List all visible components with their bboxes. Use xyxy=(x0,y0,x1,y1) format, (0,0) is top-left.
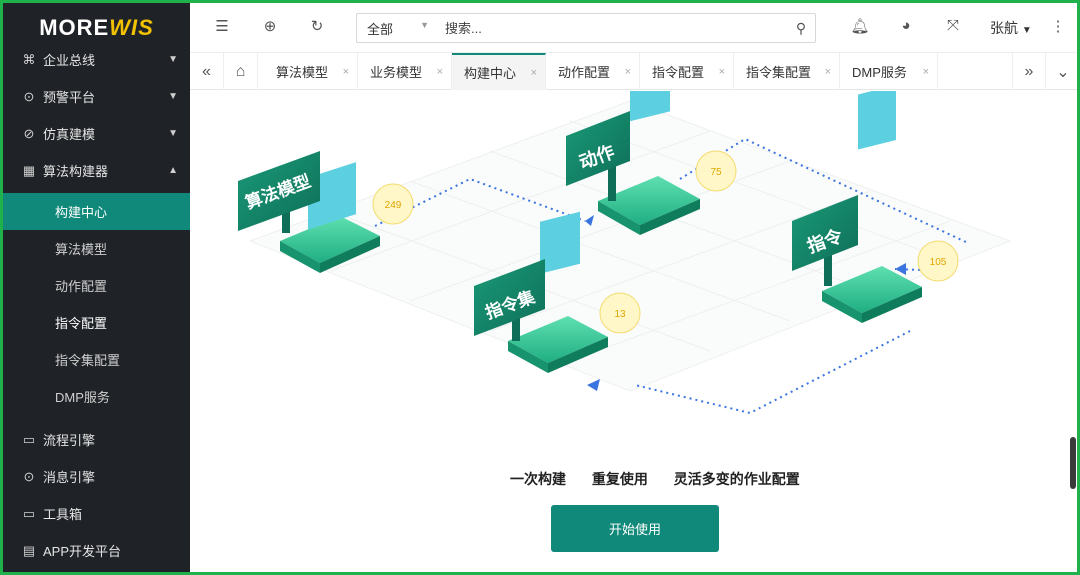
caret-down-icon: ▼ xyxy=(1021,25,1032,36)
close-icon[interactable]: × xyxy=(437,66,443,78)
app-icon: ▤ xyxy=(22,542,36,558)
close-icon[interactable]: × xyxy=(531,67,537,79)
tab-label: 指令集配置 xyxy=(746,65,812,80)
chevron-down-icon: ▼ xyxy=(420,19,429,30)
more-vertical-icon[interactable]: ⋮ xyxy=(1048,17,1068,35)
start-button[interactable]: 开始使用 xyxy=(551,505,719,552)
command-icon: ⌘ xyxy=(22,51,36,67)
app-window: MORE WIS ⌘ 企业总线 ▼ ⊙ 预警平台 ▼ ⊘ 仿真建模 ▼ ▦ 算法构… xyxy=(0,0,1080,575)
tab-command-set-config[interactable]: 指令集配置 × xyxy=(734,53,840,90)
sidebar-item-label: 消息引擎 xyxy=(43,470,96,485)
monitor-icon: ▭ xyxy=(22,431,36,447)
search-scope-select[interactable]: 全部 ▼ xyxy=(357,19,437,38)
sidebar-item-label: 工具箱 xyxy=(43,507,83,522)
search-box: 全部 ▼ ⚲ xyxy=(356,13,816,43)
sidebar-sub-dmp-service[interactable]: DMP服务 xyxy=(3,378,190,415)
sidebar-sub-command-set-config[interactable]: 指令集配置 xyxy=(3,341,190,378)
node-count: 13 xyxy=(614,309,626,320)
palette-icon[interactable]: ◕ xyxy=(896,17,916,34)
search-input[interactable] xyxy=(437,20,787,36)
arrow-icon xyxy=(587,379,600,391)
tab-label: DMP服务 xyxy=(852,65,907,80)
sidebar-item-flow-engine[interactable]: ▭ 流程引擎 xyxy=(3,421,190,458)
menu-toggle-icon[interactable]: ☰ xyxy=(212,17,232,35)
node-count: 75 xyxy=(710,167,722,178)
tagline-part: 一次构建 xyxy=(510,471,566,487)
tab-action-config[interactable]: 动作配置 × xyxy=(546,53,640,90)
tab-bar: « ⌂ 算法模型 × 业务模型 × 构建中心 × 动作配置 × 指令配置 × 指令集配置 ×… xyxy=(190,53,1077,90)
caret-up-icon: ▲ xyxy=(168,165,178,176)
sidebar-item-simulation[interactable]: ⊘ 仿真建模 ▼ xyxy=(3,115,190,152)
sidebar-item-label: 仿真建模 xyxy=(43,127,96,142)
sidebar-item-label: 企业总线 xyxy=(43,53,96,68)
fullscreen-icon[interactable]: ⤧ xyxy=(943,17,963,34)
close-icon[interactable]: × xyxy=(719,66,725,78)
node-count: 105 xyxy=(930,257,947,268)
sidebar-item-label: APP开发平台 xyxy=(43,544,122,559)
sidebar-item-app-platform[interactable]: ▤ APP开发平台 xyxy=(3,532,190,569)
home-icon[interactable]: ⌂ xyxy=(224,53,258,90)
sidebar-item-algorithm-builder[interactable]: ▦ 算法构建器 ▲ xyxy=(3,152,190,189)
node-count: 249 xyxy=(385,200,402,211)
grid-icon: ▦ xyxy=(22,162,36,178)
tab-algorithm-model[interactable]: 算法模型 × xyxy=(264,53,358,90)
sidebar-sub-command-config[interactable]: 指令配置 xyxy=(3,304,190,341)
tagline-part: 灵活多变的作业配置 xyxy=(673,471,800,487)
sidebar-item-toolbox[interactable]: ▭ 工具箱 xyxy=(3,495,190,532)
tagline: 一次构建 重复使用 灵活多变的作业配置 xyxy=(510,469,816,489)
tabs-scroll-right-icon[interactable]: » xyxy=(1012,53,1046,90)
sidebar-sub-algorithm-model[interactable]: 算法模型 xyxy=(3,230,190,267)
sidebar-item-message-engine[interactable]: ⊙ 消息引擎 xyxy=(3,458,190,495)
tabs-scroll-left-icon[interactable]: « xyxy=(190,53,224,90)
close-icon[interactable]: × xyxy=(923,66,929,78)
caret-down-icon: ▼ xyxy=(168,54,178,65)
search-icon[interactable]: ⚲ xyxy=(787,20,815,37)
tab-label: 业务模型 xyxy=(370,65,423,80)
search-scope-value: 全部 xyxy=(367,21,394,37)
tab-build-center[interactable]: 构建中心 × xyxy=(452,53,546,90)
sidebar: MORE WIS ⌘ 企业总线 ▼ ⊙ 预警平台 ▼ ⊘ 仿真建模 ▼ ▦ 算法构… xyxy=(3,3,190,572)
user-name: 张航 xyxy=(990,20,1018,36)
sidebar-item-label: 流程引擎 xyxy=(43,433,96,448)
build-flow-illustration: 算法模型 249 动作 75 指令集 13 指令 105 xyxy=(238,91,1012,415)
refresh-icon[interactable]: ↻ xyxy=(307,17,327,35)
tab-command-config[interactable]: 指令配置 × xyxy=(640,53,734,90)
sidebar-item-enterprise-bus[interactable]: ⌘ 企业总线 ▼ xyxy=(3,41,190,78)
tab-label: 动作配置 xyxy=(558,65,611,80)
alert-icon: ⊙ xyxy=(23,88,35,104)
logo-text-accent: WIS xyxy=(109,15,154,40)
close-icon[interactable]: × xyxy=(343,66,349,78)
message-icon: ⊙ xyxy=(23,468,35,484)
user-menu[interactable]: 张航 ▼ xyxy=(990,18,1032,38)
main-content: 算法模型 249 动作 75 指令集 13 指令 105 一次构建 重复使用 灵… xyxy=(190,91,1077,572)
sidebar-item-label: 预警平台 xyxy=(43,90,96,105)
sidebar-item-alert-platform[interactable]: ⊙ 预警平台 ▼ xyxy=(3,78,190,115)
close-icon[interactable]: × xyxy=(825,66,831,78)
tab-business-model[interactable]: 业务模型 × xyxy=(358,53,452,90)
tab-label: 算法模型 xyxy=(276,65,329,80)
sidebar-sub-action-config[interactable]: 动作配置 xyxy=(3,267,190,304)
sidebar-item-label: 算法构建器 xyxy=(43,164,109,179)
tabs-dropdown-icon[interactable]: ⌄ xyxy=(1046,53,1077,90)
globe-icon[interactable]: ⊕ xyxy=(260,17,280,35)
bell-icon[interactable]: 🔔︎ xyxy=(850,17,870,35)
toolbox-icon: ▭ xyxy=(22,505,36,521)
close-icon[interactable]: × xyxy=(625,66,631,78)
logo-text: MORE xyxy=(39,15,110,40)
top-header: ☰ ⊕ ↻ 全部 ▼ ⚲ 🔔︎ ◕ ⤧ 张航 ▼ ⋮ xyxy=(190,3,1077,53)
sim-icon: ⊘ xyxy=(23,125,35,141)
caret-down-icon: ▼ xyxy=(168,91,178,102)
scrollbar[interactable] xyxy=(1070,437,1076,489)
tab-dmp-service[interactable]: DMP服务 × xyxy=(840,53,938,90)
sidebar-sub-build-center[interactable]: 构建中心 xyxy=(3,193,190,230)
caret-down-icon: ▼ xyxy=(168,128,178,139)
tab-label: 构建中心 xyxy=(464,66,517,81)
tab-label: 指令配置 xyxy=(652,65,705,80)
tagline-part: 重复使用 xyxy=(591,471,648,487)
